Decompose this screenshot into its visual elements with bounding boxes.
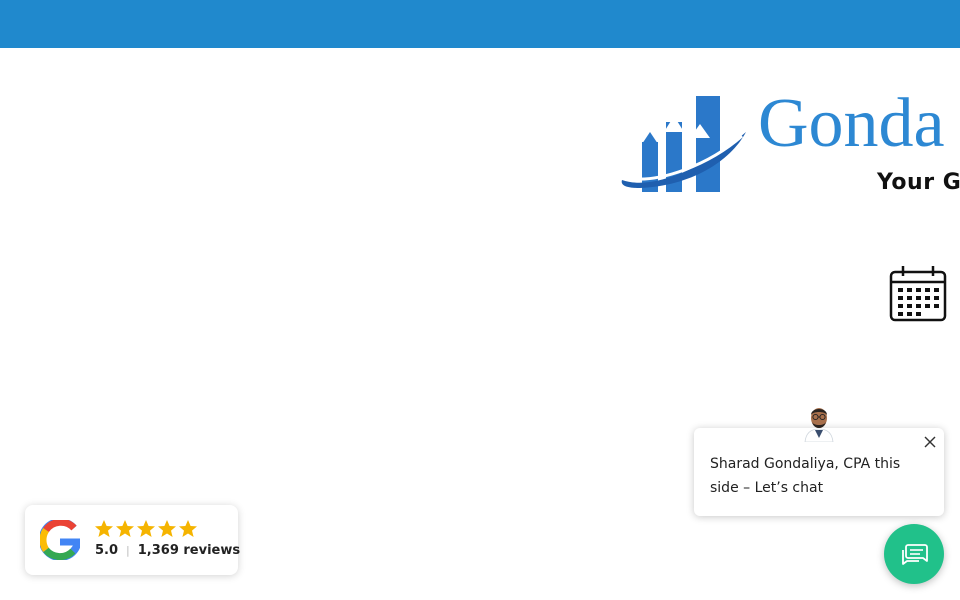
agent-avatar xyxy=(804,408,834,442)
star-icon xyxy=(95,520,113,537)
rising-bar-chart-logo-icon xyxy=(621,96,746,192)
close-icon[interactable] xyxy=(922,434,938,450)
rating-value: 5.0 xyxy=(95,543,119,558)
google-reviews-badge[interactable]: 5.0 | 1,369 reviews xyxy=(25,505,240,575)
chat-bubble-icon xyxy=(902,544,928,565)
calendar-icon[interactable] xyxy=(889,264,947,322)
logo-wordmark: Gonda xyxy=(758,86,945,162)
company-logo[interactable]: Gonda Your G xyxy=(620,86,960,202)
chat-greeting-text: Sharad Gondaliya, CPA this side – Let’s … xyxy=(710,456,901,496)
star-icon xyxy=(158,520,176,537)
star-rating xyxy=(94,519,198,539)
rating-summary: 5.0 | 1,369 reviews xyxy=(95,543,240,558)
google-g-icon xyxy=(40,520,80,560)
logo-tagline: Your G xyxy=(877,170,960,195)
star-icon xyxy=(137,520,155,537)
chat-launcher-button[interactable] xyxy=(884,524,944,584)
rating-separator: | xyxy=(126,544,130,557)
star-icon xyxy=(179,520,197,537)
star-icon xyxy=(116,520,134,537)
review-count: 1,369 reviews xyxy=(137,543,241,558)
top-header-bar xyxy=(0,0,960,48)
